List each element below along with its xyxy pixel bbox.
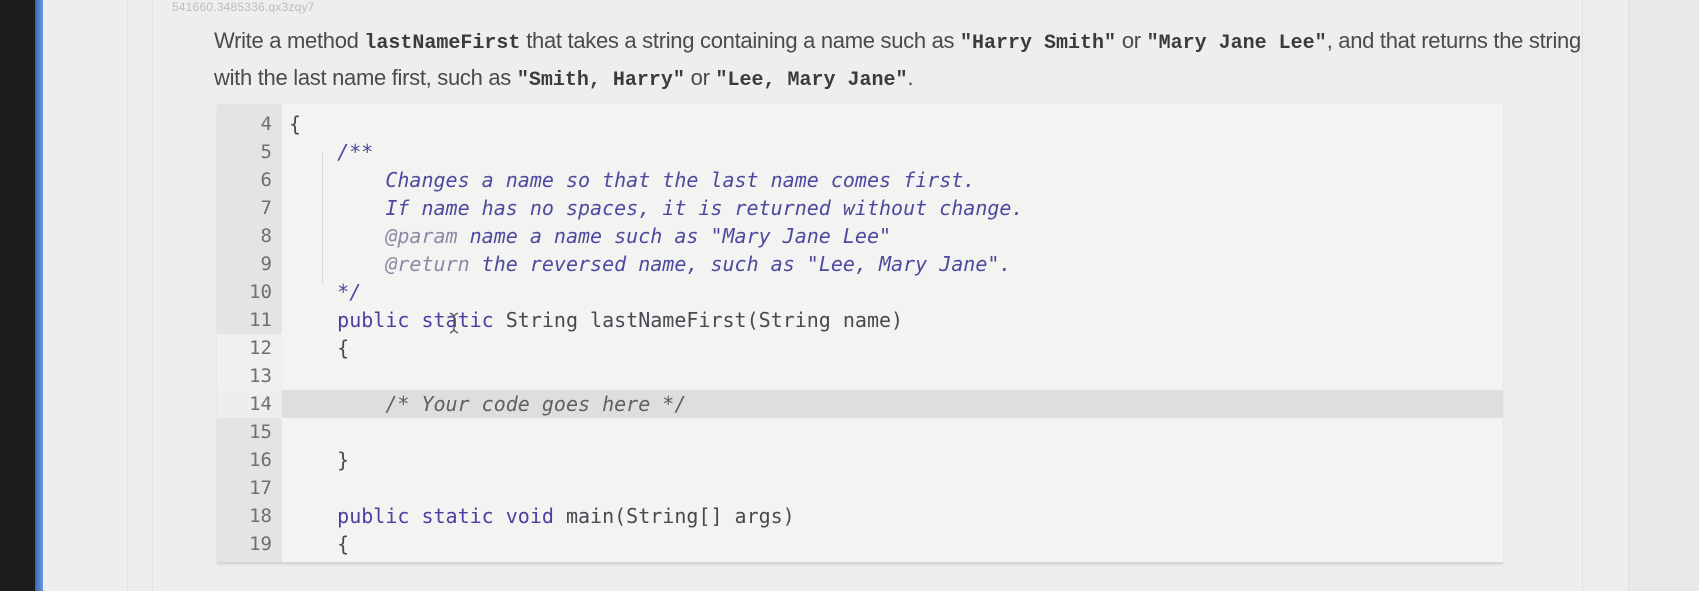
code-text[interactable]: /** xyxy=(289,138,373,166)
code-token-cm: /* Your code goes here */ xyxy=(289,392,687,416)
code-editor[interactable]: 4{5 /** 6 Changes a name so that the last… xyxy=(217,104,1503,564)
method-name: lastNameFirst xyxy=(364,32,521,55)
mouse-ibeam-cursor xyxy=(449,312,459,334)
code-line[interactable]: 11 public static String lastNameFirst(St… xyxy=(217,306,1503,334)
line-number: 9 xyxy=(260,253,272,275)
code-text[interactable]: /* Your code goes here */ xyxy=(289,390,686,418)
scrollbar-track[interactable] xyxy=(1628,0,1699,591)
left-margin-strip xyxy=(127,0,153,591)
line-number: 19 xyxy=(249,533,272,555)
line-number: 5 xyxy=(260,141,272,163)
line-number: 8 xyxy=(260,225,272,247)
code-token-plain: { xyxy=(289,336,350,360)
line-number: 12 xyxy=(249,337,272,359)
code-line[interactable]: 10 */ xyxy=(217,278,1503,306)
code-line[interactable]: 16 } xyxy=(217,446,1503,474)
code-line[interactable]: 13 xyxy=(217,362,1503,390)
example-input: "Harry Smith" xyxy=(960,32,1117,55)
code-text[interactable]: { xyxy=(289,334,349,362)
code-line[interactable]: 19 { xyxy=(217,530,1503,558)
code-line[interactable]: 12 { xyxy=(217,334,1503,362)
line-number: 15 xyxy=(249,421,272,443)
code-text[interactable]: @param name a name such as "Mary Jane Le… xyxy=(289,222,891,250)
code-token-kw: public static void xyxy=(289,504,554,528)
code-text[interactable]: */ xyxy=(289,278,361,306)
code-text[interactable]: @return the reversed name, such as "Lee,… xyxy=(289,250,1011,278)
example-input: "Mary Jane Lee" xyxy=(1146,32,1327,55)
code-line[interactable]: 15 xyxy=(217,418,1503,446)
code-text[interactable]: If name has no spaces, it is returned wi… xyxy=(289,194,1024,222)
code-text[interactable]: public static void main(String[] args) xyxy=(289,502,795,530)
prompt-text: Write a method xyxy=(214,28,365,53)
code-token-doc: /** xyxy=(289,140,374,164)
code-token-plain: { xyxy=(289,532,350,556)
line-number: 18 xyxy=(249,505,272,527)
line-number: 13 xyxy=(249,365,272,387)
code-text[interactable]: } xyxy=(289,446,349,474)
line-number: 11 xyxy=(249,309,272,331)
line-number: 4 xyxy=(260,113,272,135)
code-token-tag: @return xyxy=(289,252,470,276)
code-token-plain: } xyxy=(289,448,350,472)
code-line[interactable]: 7 If name has no spaces, it is returned … xyxy=(217,194,1503,222)
code-token-doc: */ xyxy=(289,280,362,304)
code-token-doc: name a name such as "Mary Jane Lee" xyxy=(457,224,892,248)
code-token-plain: String lastNameFirst(String name) xyxy=(493,308,904,332)
example-output: "Lee, Mary Jane" xyxy=(715,69,908,92)
code-line-active[interactable]: 14 /* Your code goes here */ xyxy=(217,390,1503,418)
prompt-text: or xyxy=(1116,28,1147,53)
code-line[interactable]: 4{ xyxy=(217,110,1503,138)
monitor-bezel xyxy=(0,0,35,591)
line-number: 14 xyxy=(217,390,282,418)
question-id: 541660.3485336.qx3zqy7 xyxy=(172,0,315,14)
line-number: 7 xyxy=(260,197,272,219)
code-token-plain: { xyxy=(289,112,302,136)
code-text[interactable]: Changes a name so that the last name com… xyxy=(289,166,975,194)
line-number: 16 xyxy=(249,449,272,471)
code-line[interactable]: 8 @param name a name such as "Mary Jane … xyxy=(217,222,1503,250)
code-token-plain: main(String[] args) xyxy=(553,504,795,528)
code-line[interactable]: 9 @return the reversed name, such as "Le… xyxy=(217,250,1503,278)
line-number: 6 xyxy=(260,169,272,191)
code-token-doc: the reversed name, such as "Lee, Mary Ja… xyxy=(469,252,1012,276)
code-line[interactable]: 5 /** xyxy=(217,138,1503,166)
line-number: 17 xyxy=(249,477,272,499)
prompt-text: . xyxy=(907,65,914,90)
code-line[interactable]: 6 Changes a name so that the last name c… xyxy=(217,166,1503,194)
code-line[interactable]: 18 public static void main(String[] args… xyxy=(217,502,1503,530)
prompt-text: or xyxy=(684,65,716,90)
example-output: "Smith, Harry" xyxy=(516,69,685,92)
question-prompt: Write a method lastNameFirst that takes … xyxy=(214,24,1594,98)
monitor-edge xyxy=(35,0,43,591)
code-line[interactable]: 17 xyxy=(217,474,1503,502)
code-text[interactable]: public static String lastNameFirst(Strin… xyxy=(289,306,903,334)
code-text[interactable]: { xyxy=(289,110,301,138)
code-token-doc: If name has no spaces, it is returned wi… xyxy=(289,196,1024,220)
code-token-tag: @param xyxy=(289,224,458,248)
code-token-doc: Changes a name so that the last name com… xyxy=(289,168,976,192)
code-text[interactable]: { xyxy=(289,530,349,558)
code-token-kw: public static xyxy=(289,308,494,332)
line-number: 10 xyxy=(249,281,272,303)
prompt-text: that takes a string containing a name su… xyxy=(520,28,961,53)
